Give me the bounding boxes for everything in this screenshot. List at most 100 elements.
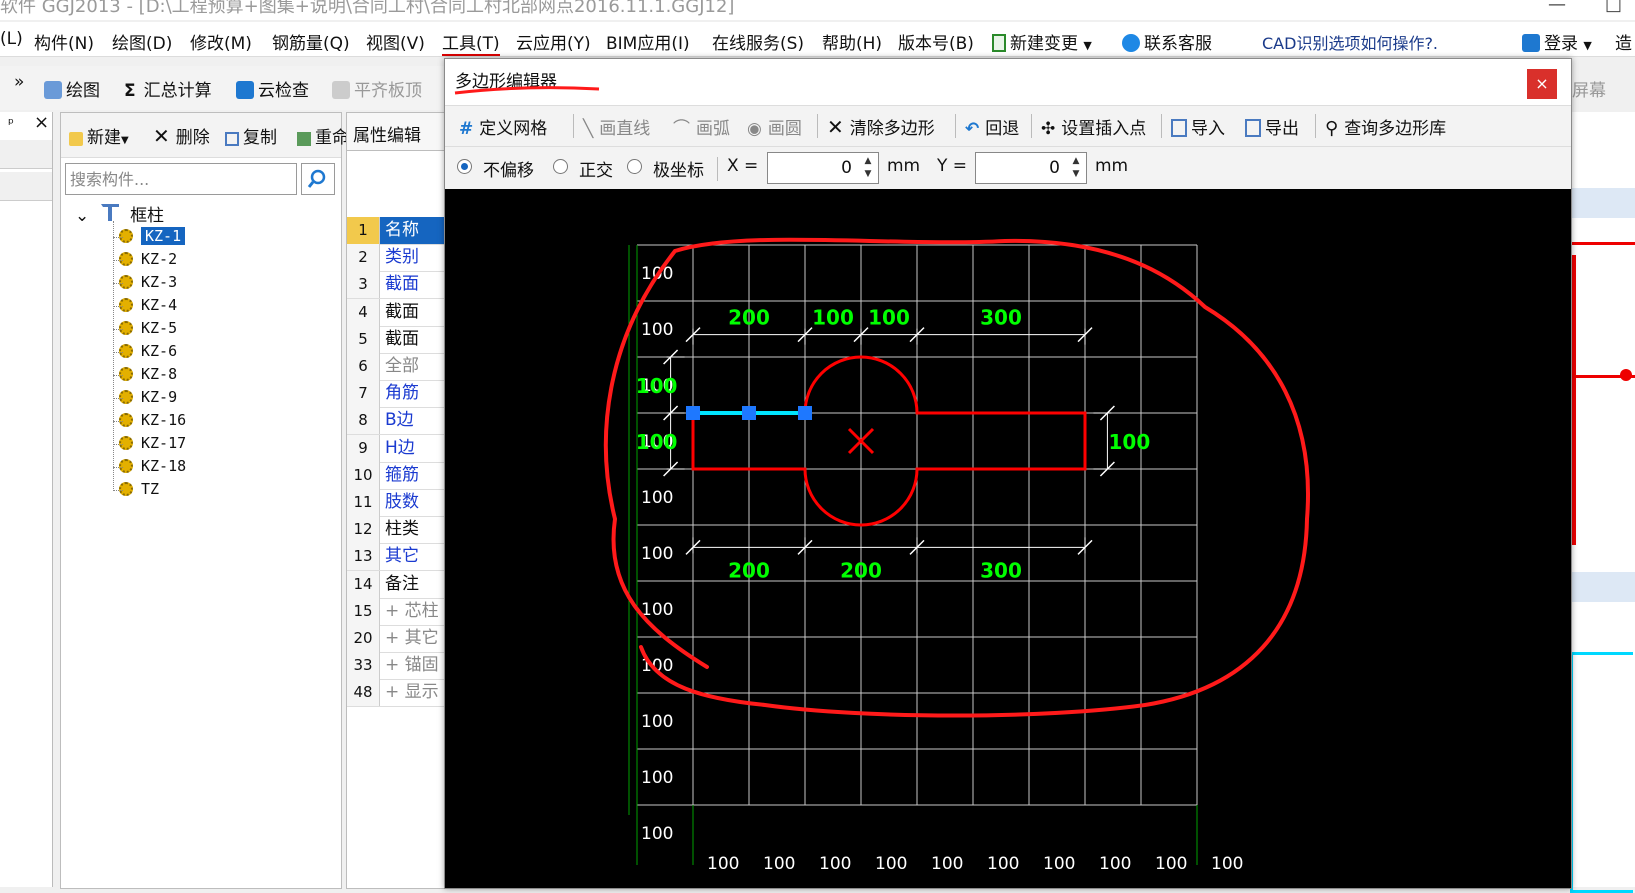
property-row[interactable]: 13 其它 — [347, 543, 445, 572]
menu-item-rebar[interactable]: 钢筋量(Q) — [272, 29, 350, 54]
grid-bottom-label: 100 — [1043, 854, 1075, 874]
sigma-icon: Σ — [124, 81, 136, 101]
ortho-radio[interactable] — [553, 159, 568, 174]
property-row[interactable]: 1 名称 — [347, 217, 445, 245]
property-row[interactable]: 2 类别 — [347, 244, 445, 273]
new-change-label: 新建变更 — [1010, 34, 1078, 54]
tree-item[interactable]: KZ-3 — [119, 273, 177, 291]
grid-bottom-label: 100 — [875, 854, 907, 874]
tree-item[interactable]: KZ-5 — [119, 319, 177, 337]
tree-item[interactable]: KZ-9 — [119, 388, 177, 406]
export-button[interactable]: 导出 — [1245, 114, 1299, 139]
tree-item[interactable]: KZ-17 — [119, 434, 186, 452]
component-search-input[interactable]: 搜索构件... — [65, 163, 297, 195]
pin-icon[interactable]: ᵖ — [8, 116, 14, 132]
property-row[interactable]: 33 + 锚固 — [347, 652, 445, 681]
import-button[interactable]: 导入 — [1171, 114, 1225, 139]
no-offset-radio[interactable] — [457, 159, 472, 174]
menu-item-draw[interactable]: 绘图(D) — [112, 29, 172, 54]
draw-arc-button[interactable]: ⌒ 画弧 — [673, 114, 730, 139]
cloud-check-button[interactable]: 云检查 — [236, 76, 309, 101]
search-button[interactable] — [301, 163, 335, 195]
draw-line-button[interactable]: ╲ 画直线 — [583, 114, 650, 139]
property-row[interactable]: 6 全部 — [347, 353, 445, 381]
cad-help-link[interactable]: CAD识别选项如何操作?. — [1262, 30, 1438, 54]
flat-top-button[interactable]: 平齐板顶 — [332, 76, 422, 101]
tree-root-frame-column[interactable]: ⌄ 框柱 — [75, 201, 164, 226]
menu-item-online[interactable]: 在线服务(S) — [712, 29, 804, 54]
toolbar-overflow-button[interactable]: » — [14, 72, 24, 92]
dock-tab[interactable] — [0, 172, 52, 201]
property-row[interactable]: 15 + 芯柱 — [347, 597, 445, 626]
menu-item-cloud[interactable]: 云应用(Y) — [516, 29, 591, 54]
property-row[interactable]: 14 备注 — [347, 570, 445, 599]
polar-radio[interactable] — [627, 159, 642, 174]
gear-icon — [119, 321, 133, 335]
tree-item[interactable]: KZ-16 — [119, 411, 186, 429]
menu-item-extra[interactable]: 造 — [1615, 29, 1632, 54]
menu-item-tools[interactable]: 工具(T) — [442, 29, 500, 56]
login-button[interactable]: 登录 ▼ — [1522, 29, 1592, 54]
tree-item[interactable]: KZ-4 — [119, 296, 177, 314]
query-polygon-library-button[interactable]: ⚲ 查询多边形库 — [1325, 114, 1446, 139]
tree-item[interactable]: TZ — [119, 480, 159, 498]
tree-connector — [113, 398, 123, 399]
sum-calc-button[interactable]: Σ 汇总计算 — [124, 76, 212, 101]
define-grid-button[interactable]: # 定义网格 — [459, 114, 547, 139]
copy-component-button[interactable]: 复制 — [225, 123, 277, 148]
menu-item-version[interactable]: 版本号(B) — [898, 29, 974, 54]
menu-item-component[interactable]: 构件(N) — [34, 29, 94, 54]
export-label: 导出 — [1265, 119, 1299, 139]
tree-item[interactable]: KZ-1 — [119, 227, 186, 245]
minimize-button[interactable]: — — [1548, 0, 1566, 15]
grid-icon: # — [459, 119, 474, 139]
property-row[interactable]: 7 角筋 — [347, 380, 445, 409]
menu-item-modify[interactable]: 修改(M) — [190, 29, 252, 54]
clear-polygon-label: 清除多边形 — [849, 119, 935, 139]
x-coordinate-input[interactable]: 0 ▲ ▼ — [767, 152, 879, 184]
property-row[interactable]: 11 肢数 — [347, 489, 445, 517]
maximize-button[interactable]: □ — [1605, 0, 1622, 15]
tree-connector — [113, 237, 123, 238]
clear-polygon-button[interactable]: ✕ 清除多边形 — [827, 114, 935, 139]
property-tab[interactable]: 属性编辑 — [346, 112, 446, 151]
y-spinner[interactable]: ▲ ▼ — [1068, 155, 1084, 181]
tree-item[interactable]: KZ-18 — [119, 457, 186, 475]
property-row[interactable]: 8 B边 — [347, 407, 445, 436]
screen-button[interactable]: 屏幕 — [1572, 76, 1606, 101]
property-row[interactable]: 4 截面 — [347, 298, 445, 327]
delete-component-button[interactable]: ✕ 删除 — [153, 123, 210, 148]
property-row[interactable]: 9 H边 — [347, 434, 445, 463]
property-row-number: 12 — [347, 516, 380, 544]
x-value: 0 — [841, 158, 852, 178]
draw-button[interactable]: 绘图 — [44, 76, 100, 101]
tree-item[interactable]: KZ-2 — [119, 250, 177, 268]
property-row[interactable]: 10 箍筋 — [347, 461, 445, 490]
property-name: 角筋 — [385, 383, 419, 404]
dialog-close-button[interactable]: × — [1527, 69, 1557, 99]
property-row[interactable]: 3 截面 — [347, 271, 445, 300]
dock-tab[interactable] — [0, 140, 52, 169]
menu-item-bim[interactable]: BIM应用(I) — [606, 29, 690, 54]
set-insert-point-button[interactable]: ✣ 设置插入点 — [1041, 114, 1146, 139]
property-row-number: 6 — [347, 353, 380, 380]
draw-circle-button[interactable]: ◉ 画圆 — [747, 114, 802, 139]
undo-button[interactable]: ↶ 回退 — [965, 114, 1019, 139]
property-row[interactable]: 48 + 显示 — [347, 679, 445, 708]
tree-item[interactable]: KZ-6 — [119, 342, 177, 360]
menu-item-contact[interactable]: 联系客服 — [1122, 29, 1212, 54]
property-row[interactable]: 20 + 其它 — [347, 625, 445, 653]
dock-close-button[interactable]: × — [34, 112, 49, 133]
y-coordinate-input[interactable]: 0 ▲ ▼ — [975, 152, 1087, 184]
menu-item-view[interactable]: 视图(V) — [366, 29, 425, 54]
tree-item[interactable]: KZ-8 — [119, 365, 177, 383]
menu-item-help[interactable]: 帮助(H) — [822, 29, 882, 54]
menu-item-new-change[interactable]: 新建变更 ▼ — [992, 29, 1092, 54]
x-spinner[interactable]: ▲ ▼ — [860, 155, 876, 181]
property-row[interactable]: 12 柱类 — [347, 516, 445, 545]
menu-item-l[interactable]: (L) — [0, 29, 23, 49]
property-row[interactable]: 5 截面 — [347, 325, 445, 354]
vertex-handle — [742, 406, 756, 420]
new-component-button[interactable]: 新建▼ — [69, 123, 129, 148]
polygon-canvas[interactable]: 100 100 100 100 100 100 100 100 100 100 100 100 100 1… — [445, 189, 1571, 888]
